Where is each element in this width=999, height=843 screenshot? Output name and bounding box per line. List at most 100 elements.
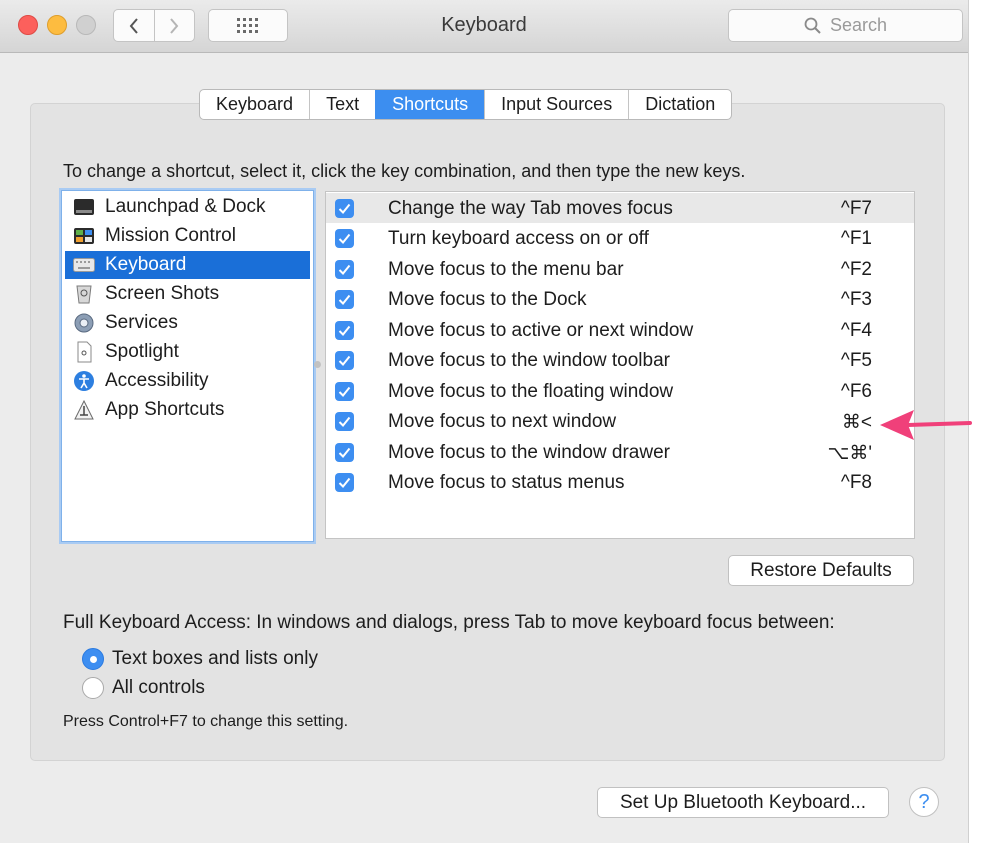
category-app-shortcuts[interactable]: App Shortcuts <box>65 396 310 424</box>
search-placeholder: Search <box>829 15 888 35</box>
radio-button[interactable] <box>82 677 104 699</box>
checkmark-icon <box>338 386 351 397</box>
category-spotlight[interactable]: Spotlight <box>65 338 310 366</box>
checkmark-icon <box>338 477 351 488</box>
accessibility-icon <box>73 370 95 392</box>
table-row[interactable]: Move focus to the menu bar ^F2 <box>326 254 914 284</box>
category-label: Mission Control <box>105 225 236 246</box>
category-label: Launchpad & Dock <box>105 196 266 217</box>
radio-all-controls[interactable]: All controls <box>82 677 205 699</box>
table-row[interactable]: Move focus to the Dock ^F3 <box>326 284 914 314</box>
shortcut-key[interactable]: ⌥⌘' <box>827 442 872 465</box>
checkmark-icon <box>338 264 351 275</box>
full-keyboard-access-label: Full Keyboard Access: In windows and dia… <box>63 612 835 633</box>
checkmark-icon <box>338 203 351 214</box>
table-row[interactable]: Move focus to the floating window ^F6 <box>326 376 914 406</box>
tab-bar: Keyboard Text Shortcuts Input Sources Di… <box>199 89 733 120</box>
shortcut-key[interactable]: ^F8 <box>841 472 872 494</box>
shortcut-label: Move focus to status menus <box>388 472 625 493</box>
restore-defaults-button[interactable]: Restore Defaults <box>728 555 914 586</box>
tab-shortcuts[interactable]: Shortcuts <box>375 90 485 119</box>
shortcut-key[interactable]: ^F5 <box>841 350 872 372</box>
gear-icon <box>73 312 95 334</box>
launchpad-dock-icon <box>73 196 95 218</box>
shortcut-key[interactable]: ^F6 <box>841 381 872 403</box>
category-label: Keyboard <box>105 254 187 275</box>
shortcut-label: Turn keyboard access on or off <box>388 228 649 249</box>
checkbox-checked[interactable] <box>335 229 354 248</box>
keyboard-icon <box>73 254 95 276</box>
instructions-text: To change a shortcut, select it, click t… <box>63 161 746 181</box>
tab-keyboard[interactable]: Keyboard <box>200 90 309 119</box>
category-mission-control[interactable]: Mission Control <box>65 222 310 250</box>
radio-button-selected[interactable] <box>82 648 104 670</box>
shortcut-key[interactable]: ^F7 <box>841 198 872 220</box>
table-row[interactable]: Change the way Tab moves focus ^F7 <box>326 193 914 223</box>
category-label: Spotlight <box>105 341 179 362</box>
checkbox-checked[interactable] <box>335 351 354 370</box>
tab-input-sources[interactable]: Input Sources <box>484 90 628 119</box>
category-list[interactable]: Launchpad & Dock Mission Control Keyboar… <box>61 190 314 542</box>
table-row[interactable]: Move focus to status menus ^F8 <box>326 467 914 497</box>
checkbox-checked[interactable] <box>335 199 354 218</box>
shortcut-key[interactable]: ^F4 <box>841 320 872 342</box>
shortcut-label: Move focus to the Dock <box>388 289 587 310</box>
search-icon <box>804 17 821 34</box>
setup-bluetooth-keyboard-button[interactable]: Set Up Bluetooth Keyboard... <box>597 787 889 818</box>
table-row[interactable]: Move focus to next window ⌘< <box>326 406 914 436</box>
shortcut-key[interactable]: ^F1 <box>841 228 872 250</box>
checkmark-icon <box>338 355 351 366</box>
screenshot-icon <box>73 283 95 305</box>
shortcuts-table[interactable]: Change the way Tab moves focus ^F7 Turn … <box>325 191 915 539</box>
control-f7-hint: Press Control+F7 to change this setting. <box>63 713 349 730</box>
category-label: Screen Shots <box>105 283 220 304</box>
category-label: Services <box>105 312 178 333</box>
app-shortcuts-icon <box>73 399 95 421</box>
category-label: Accessibility <box>105 370 209 391</box>
shortcut-label: Move focus to the floating window <box>388 381 674 402</box>
checkbox-checked[interactable] <box>335 473 354 492</box>
table-row[interactable]: Turn keyboard access on or off ^F1 <box>326 223 914 253</box>
title-bar: Keyboard Search <box>0 0 968 53</box>
checkmark-icon <box>338 447 351 458</box>
shortcut-label: Move focus to active or next window <box>388 320 694 341</box>
shortcut-key[interactable]: ^F3 <box>841 289 872 311</box>
checkmark-icon <box>338 233 351 244</box>
checkbox-checked[interactable] <box>335 412 354 431</box>
category-launchpad-dock[interactable]: Launchpad & Dock <box>65 193 310 221</box>
checkmark-icon <box>338 325 351 336</box>
radio-label: All controls <box>112 677 205 698</box>
spotlight-icon <box>73 341 95 363</box>
checkbox-checked[interactable] <box>335 321 354 340</box>
shortcut-label: Move focus to next window <box>388 411 617 432</box>
category-label: App Shortcuts <box>105 399 225 420</box>
checkbox-checked[interactable] <box>335 260 354 279</box>
checkmark-icon <box>338 294 351 305</box>
checkmark-icon <box>338 416 351 427</box>
tab-dictation[interactable]: Dictation <box>628 90 731 119</box>
mission-control-icon <box>73 225 95 247</box>
shortcut-label: Move focus to the window toolbar <box>388 350 670 371</box>
checkbox-checked[interactable] <box>335 382 354 401</box>
shortcut-label: Change the way Tab moves focus <box>388 198 673 219</box>
keyboard-preferences-window: Keyboard Search Keyboard Text Shortcuts … <box>0 0 969 843</box>
help-button[interactable]: ? <box>909 787 939 817</box>
radio-label: Text boxes and lists only <box>112 648 318 669</box>
search-field[interactable]: Search <box>728 9 963 42</box>
category-services[interactable]: Services <box>65 309 310 337</box>
shortcut-key[interactable]: ^F2 <box>841 259 872 281</box>
shortcut-label: Move focus to the window drawer <box>388 442 670 463</box>
table-row[interactable]: Move focus to the window drawer ⌥⌘' <box>326 437 914 467</box>
split-view-handle[interactable] <box>314 361 321 368</box>
radio-text-boxes-lists[interactable]: Text boxes and lists only <box>82 648 318 670</box>
category-accessibility[interactable]: Accessibility <box>65 367 310 395</box>
tab-text[interactable]: Text <box>309 90 375 119</box>
shortcut-key[interactable]: ⌘< <box>842 411 872 434</box>
checkbox-checked[interactable] <box>335 290 354 309</box>
shortcut-label: Move focus to the menu bar <box>388 259 624 280</box>
checkbox-checked[interactable] <box>335 443 354 462</box>
table-row[interactable]: Move focus to active or next window ^F4 <box>326 315 914 345</box>
category-keyboard[interactable]: Keyboard <box>65 251 310 279</box>
table-row[interactable]: Move focus to the window toolbar ^F5 <box>326 345 914 375</box>
category-screen-shots[interactable]: Screen Shots <box>65 280 310 308</box>
